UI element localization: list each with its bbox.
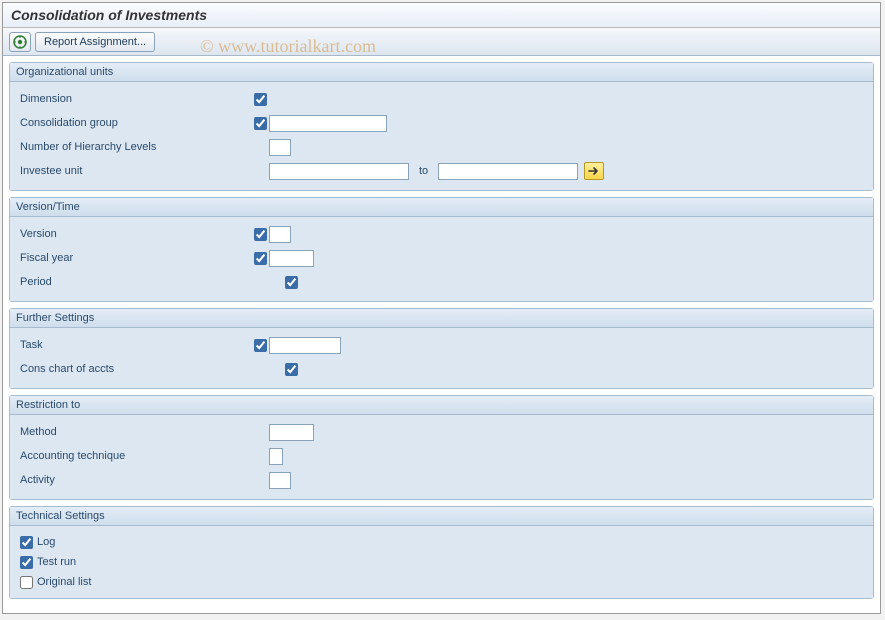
row-cons-chart: Cons chart of accts: [16, 358, 867, 380]
cons-group-input[interactable]: [269, 115, 387, 132]
app-window: Consolidation of Investments Report Assi…: [2, 2, 881, 614]
num-levels-input[interactable]: [269, 139, 291, 156]
label-test-run: Test run: [37, 556, 76, 568]
fiscal-year-checkbox[interactable]: [254, 252, 267, 265]
label-num-levels: Number of Hierarchy Levels: [16, 141, 251, 153]
group-header-technical: Technical Settings: [10, 507, 873, 526]
row-acct-tech: Accounting technique: [16, 445, 867, 467]
log-checkbox[interactable]: [20, 536, 33, 549]
label-to: to: [415, 165, 432, 177]
group-version-time: Version/Time Version Fiscal year Period: [9, 197, 874, 302]
execute-button[interactable]: [9, 32, 31, 52]
label-cons-group: Consolidation group: [16, 117, 251, 129]
label-task: Task: [16, 339, 251, 351]
label-version: Version: [16, 228, 251, 240]
investee-to-input[interactable]: [438, 163, 578, 180]
row-period: Period: [16, 271, 867, 293]
method-input[interactable]: [269, 424, 314, 441]
toolbar: Report Assignment...: [3, 28, 880, 56]
label-log: Log: [37, 536, 55, 548]
label-method: Method: [16, 426, 251, 438]
version-checkbox[interactable]: [254, 228, 267, 241]
label-investee: Investee unit: [16, 165, 251, 177]
content-area: Organizational units Dimension Consolida…: [3, 56, 880, 609]
row-test-run[interactable]: Test run: [16, 552, 867, 572]
cons-group-checkbox[interactable]: [254, 117, 267, 130]
arrow-right-icon: [588, 166, 600, 176]
label-dimension: Dimension: [16, 93, 251, 105]
label-cons-chart: Cons chart of accts: [16, 363, 251, 375]
row-log[interactable]: Log: [16, 532, 867, 552]
row-method: Method: [16, 421, 867, 443]
page-title: Consolidation of Investments: [3, 3, 880, 28]
cons-chart-checkbox[interactable]: [285, 363, 298, 376]
row-orig-list[interactable]: Original list: [16, 572, 867, 592]
group-technical: Technical Settings Log Test run Original…: [9, 506, 874, 599]
row-version: Version: [16, 223, 867, 245]
activity-input[interactable]: [269, 472, 291, 489]
group-restriction: Restriction to Method Accounting techniq…: [9, 395, 874, 500]
investee-from-input[interactable]: [269, 163, 409, 180]
report-assignment-button[interactable]: Report Assignment...: [35, 32, 155, 52]
group-further-settings: Further Settings Task Cons chart of acct…: [9, 308, 874, 389]
label-activity: Activity: [16, 474, 251, 486]
fiscal-year-input[interactable]: [269, 250, 314, 267]
multiple-selection-button[interactable]: [584, 162, 604, 180]
task-checkbox[interactable]: [254, 339, 267, 352]
group-header-further: Further Settings: [10, 309, 873, 328]
row-dimension: Dimension: [16, 88, 867, 110]
label-period: Period: [16, 276, 251, 288]
label-orig-list: Original list: [37, 576, 91, 588]
dimension-checkbox[interactable]: [254, 93, 267, 106]
acct-tech-input[interactable]: [269, 448, 283, 465]
group-header-restriction: Restriction to: [10, 396, 873, 415]
task-input[interactable]: [269, 337, 341, 354]
label-fiscal-year: Fiscal year: [16, 252, 251, 264]
execute-icon: [13, 35, 27, 49]
label-acct-tech: Accounting technique: [16, 450, 251, 462]
row-num-levels: Number of Hierarchy Levels: [16, 136, 867, 158]
row-task: Task: [16, 334, 867, 356]
row-activity: Activity: [16, 469, 867, 491]
group-organizational-units: Organizational units Dimension Consolida…: [9, 62, 874, 191]
row-cons-group: Consolidation group: [16, 112, 867, 134]
orig-list-checkbox[interactable]: [20, 576, 33, 589]
group-header-version-time: Version/Time: [10, 198, 873, 217]
row-investee: Investee unit to: [16, 160, 867, 182]
group-header-org: Organizational units: [10, 63, 873, 82]
test-run-checkbox[interactable]: [20, 556, 33, 569]
version-input[interactable]: [269, 226, 291, 243]
row-fiscal-year: Fiscal year: [16, 247, 867, 269]
period-checkbox[interactable]: [285, 276, 298, 289]
